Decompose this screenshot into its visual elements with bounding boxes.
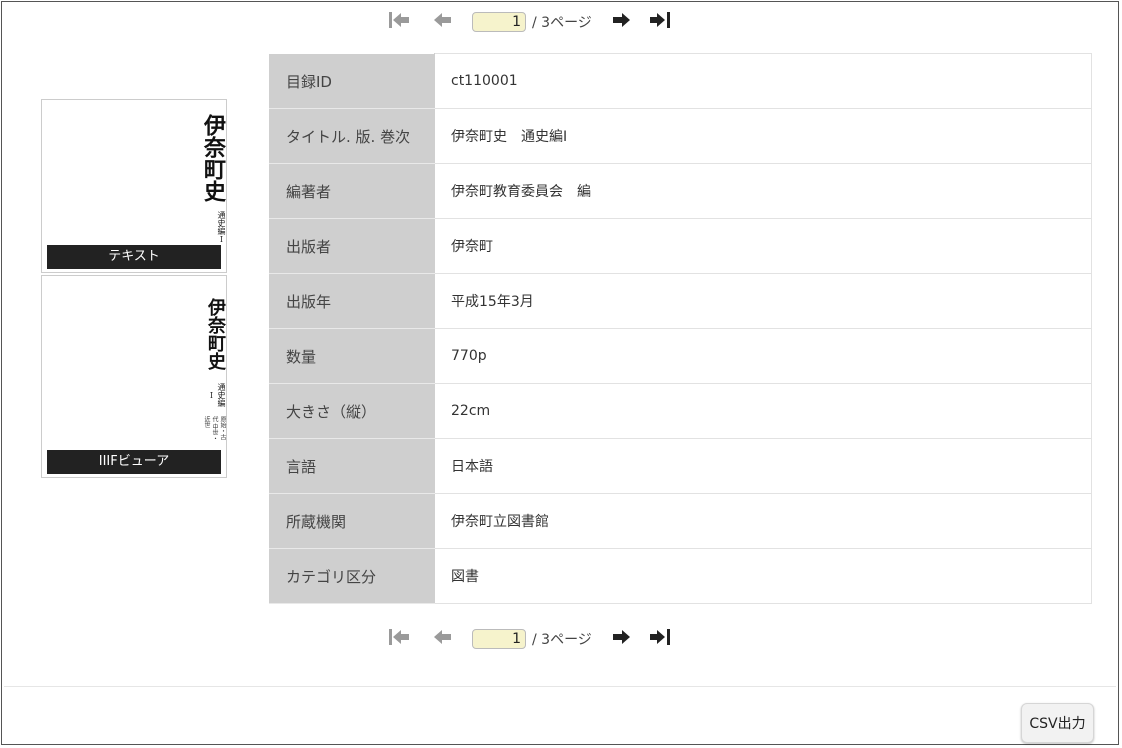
table-row: 言語 日本語 bbox=[269, 438, 1092, 494]
table-row: 目録ID ct110001 bbox=[269, 53, 1092, 109]
page-frame: / 3ページ 伊奈町史 通史編Ⅰ テキスト 伊奈町史 通史編Ⅰ 原始・古代 中世… bbox=[1, 1, 1119, 745]
field-value: 伊奈町 bbox=[434, 218, 1092, 274]
field-label: 目録ID bbox=[269, 53, 435, 109]
page-number-input[interactable] bbox=[472, 12, 526, 32]
table-row: 大きさ（縦） 22cm bbox=[269, 383, 1092, 439]
page-total-label: / 3ページ bbox=[532, 15, 592, 31]
field-value: 図書 bbox=[434, 548, 1092, 604]
field-value: 日本語 bbox=[434, 438, 1092, 494]
field-label: 数量 bbox=[269, 328, 435, 384]
table-row: カテゴリ区分 図書 bbox=[269, 548, 1092, 604]
field-label: 言語 bbox=[269, 438, 435, 494]
arrow-left-icon[interactable] bbox=[430, 11, 456, 33]
arrow-left-icon[interactable] bbox=[430, 628, 456, 650]
field-label: 大きさ（縦） bbox=[269, 383, 435, 439]
cover-title: 伊奈町史 bbox=[200, 114, 226, 202]
field-value: 伊奈町教育委員会 編 bbox=[434, 163, 1092, 219]
cover-subtitle-detail: 原始・古代 中世・近世 bbox=[203, 416, 226, 442]
skip-to-last-icon[interactable] bbox=[648, 11, 674, 33]
record-table: 目録ID ct110001 タイトル. 版. 巻次 伊奈町史 通史編Ⅰ 編著者 … bbox=[269, 53, 1092, 604]
field-value: 伊奈町立図書館 bbox=[434, 493, 1092, 549]
table-row: 所蔵機関 伊奈町立図書館 bbox=[269, 493, 1092, 549]
text-view-button[interactable]: テキスト bbox=[47, 245, 221, 269]
footer-divider bbox=[4, 686, 1116, 687]
cover-subtitle: 通史編Ⅰ bbox=[217, 210, 226, 244]
field-label: 出版者 bbox=[269, 218, 435, 274]
thumbnail-iiif[interactable]: 伊奈町史 通史編Ⅰ 原始・古代 中世・近世 IIIFビューア bbox=[41, 275, 227, 478]
table-row: 編著者 伊奈町教育委員会 編 bbox=[269, 163, 1092, 219]
page-total-label: / 3ページ bbox=[532, 632, 592, 648]
field-label: 編著者 bbox=[269, 163, 435, 219]
skip-to-first-icon[interactable] bbox=[386, 11, 412, 33]
table-row: 出版者 伊奈町 bbox=[269, 218, 1092, 274]
pager-bottom: / 3ページ bbox=[386, 626, 686, 652]
cover-title: 伊奈町史 bbox=[205, 298, 226, 370]
thumbnail-column: 伊奈町史 通史編Ⅰ テキスト 伊奈町史 通史編Ⅰ 原始・古代 中世・近世 III… bbox=[41, 99, 227, 480]
field-label: タイトル. 版. 巻次 bbox=[269, 108, 435, 164]
arrow-right-icon[interactable] bbox=[608, 11, 634, 33]
table-row: タイトル. 版. 巻次 伊奈町史 通史編Ⅰ bbox=[269, 108, 1092, 164]
table-row: 出版年 平成15年3月 bbox=[269, 273, 1092, 329]
field-value: 平成15年3月 bbox=[434, 273, 1092, 329]
field-label: カテゴリ区分 bbox=[269, 548, 435, 604]
skip-to-last-icon[interactable] bbox=[648, 628, 674, 650]
thumbnail-text[interactable]: 伊奈町史 通史編Ⅰ テキスト bbox=[41, 99, 227, 273]
cover-subtitle: 通史編Ⅰ bbox=[207, 383, 226, 407]
field-label: 所蔵機関 bbox=[269, 493, 435, 549]
page-number-input[interactable] bbox=[472, 629, 526, 649]
skip-to-first-icon[interactable] bbox=[386, 628, 412, 650]
field-value: 770p bbox=[434, 328, 1092, 384]
table-row: 数量 770p bbox=[269, 328, 1092, 384]
pager-top: / 3ページ bbox=[386, 9, 686, 35]
field-value: 伊奈町史 通史編Ⅰ bbox=[434, 108, 1092, 164]
arrow-right-icon[interactable] bbox=[608, 628, 634, 650]
field-value: 22cm bbox=[434, 383, 1092, 439]
csv-export-button[interactable]: CSV出力 bbox=[1021, 703, 1094, 743]
field-label: 出版年 bbox=[269, 273, 435, 329]
field-value: ct110001 bbox=[434, 53, 1092, 109]
iiif-viewer-button[interactable]: IIIFビューア bbox=[47, 450, 221, 474]
